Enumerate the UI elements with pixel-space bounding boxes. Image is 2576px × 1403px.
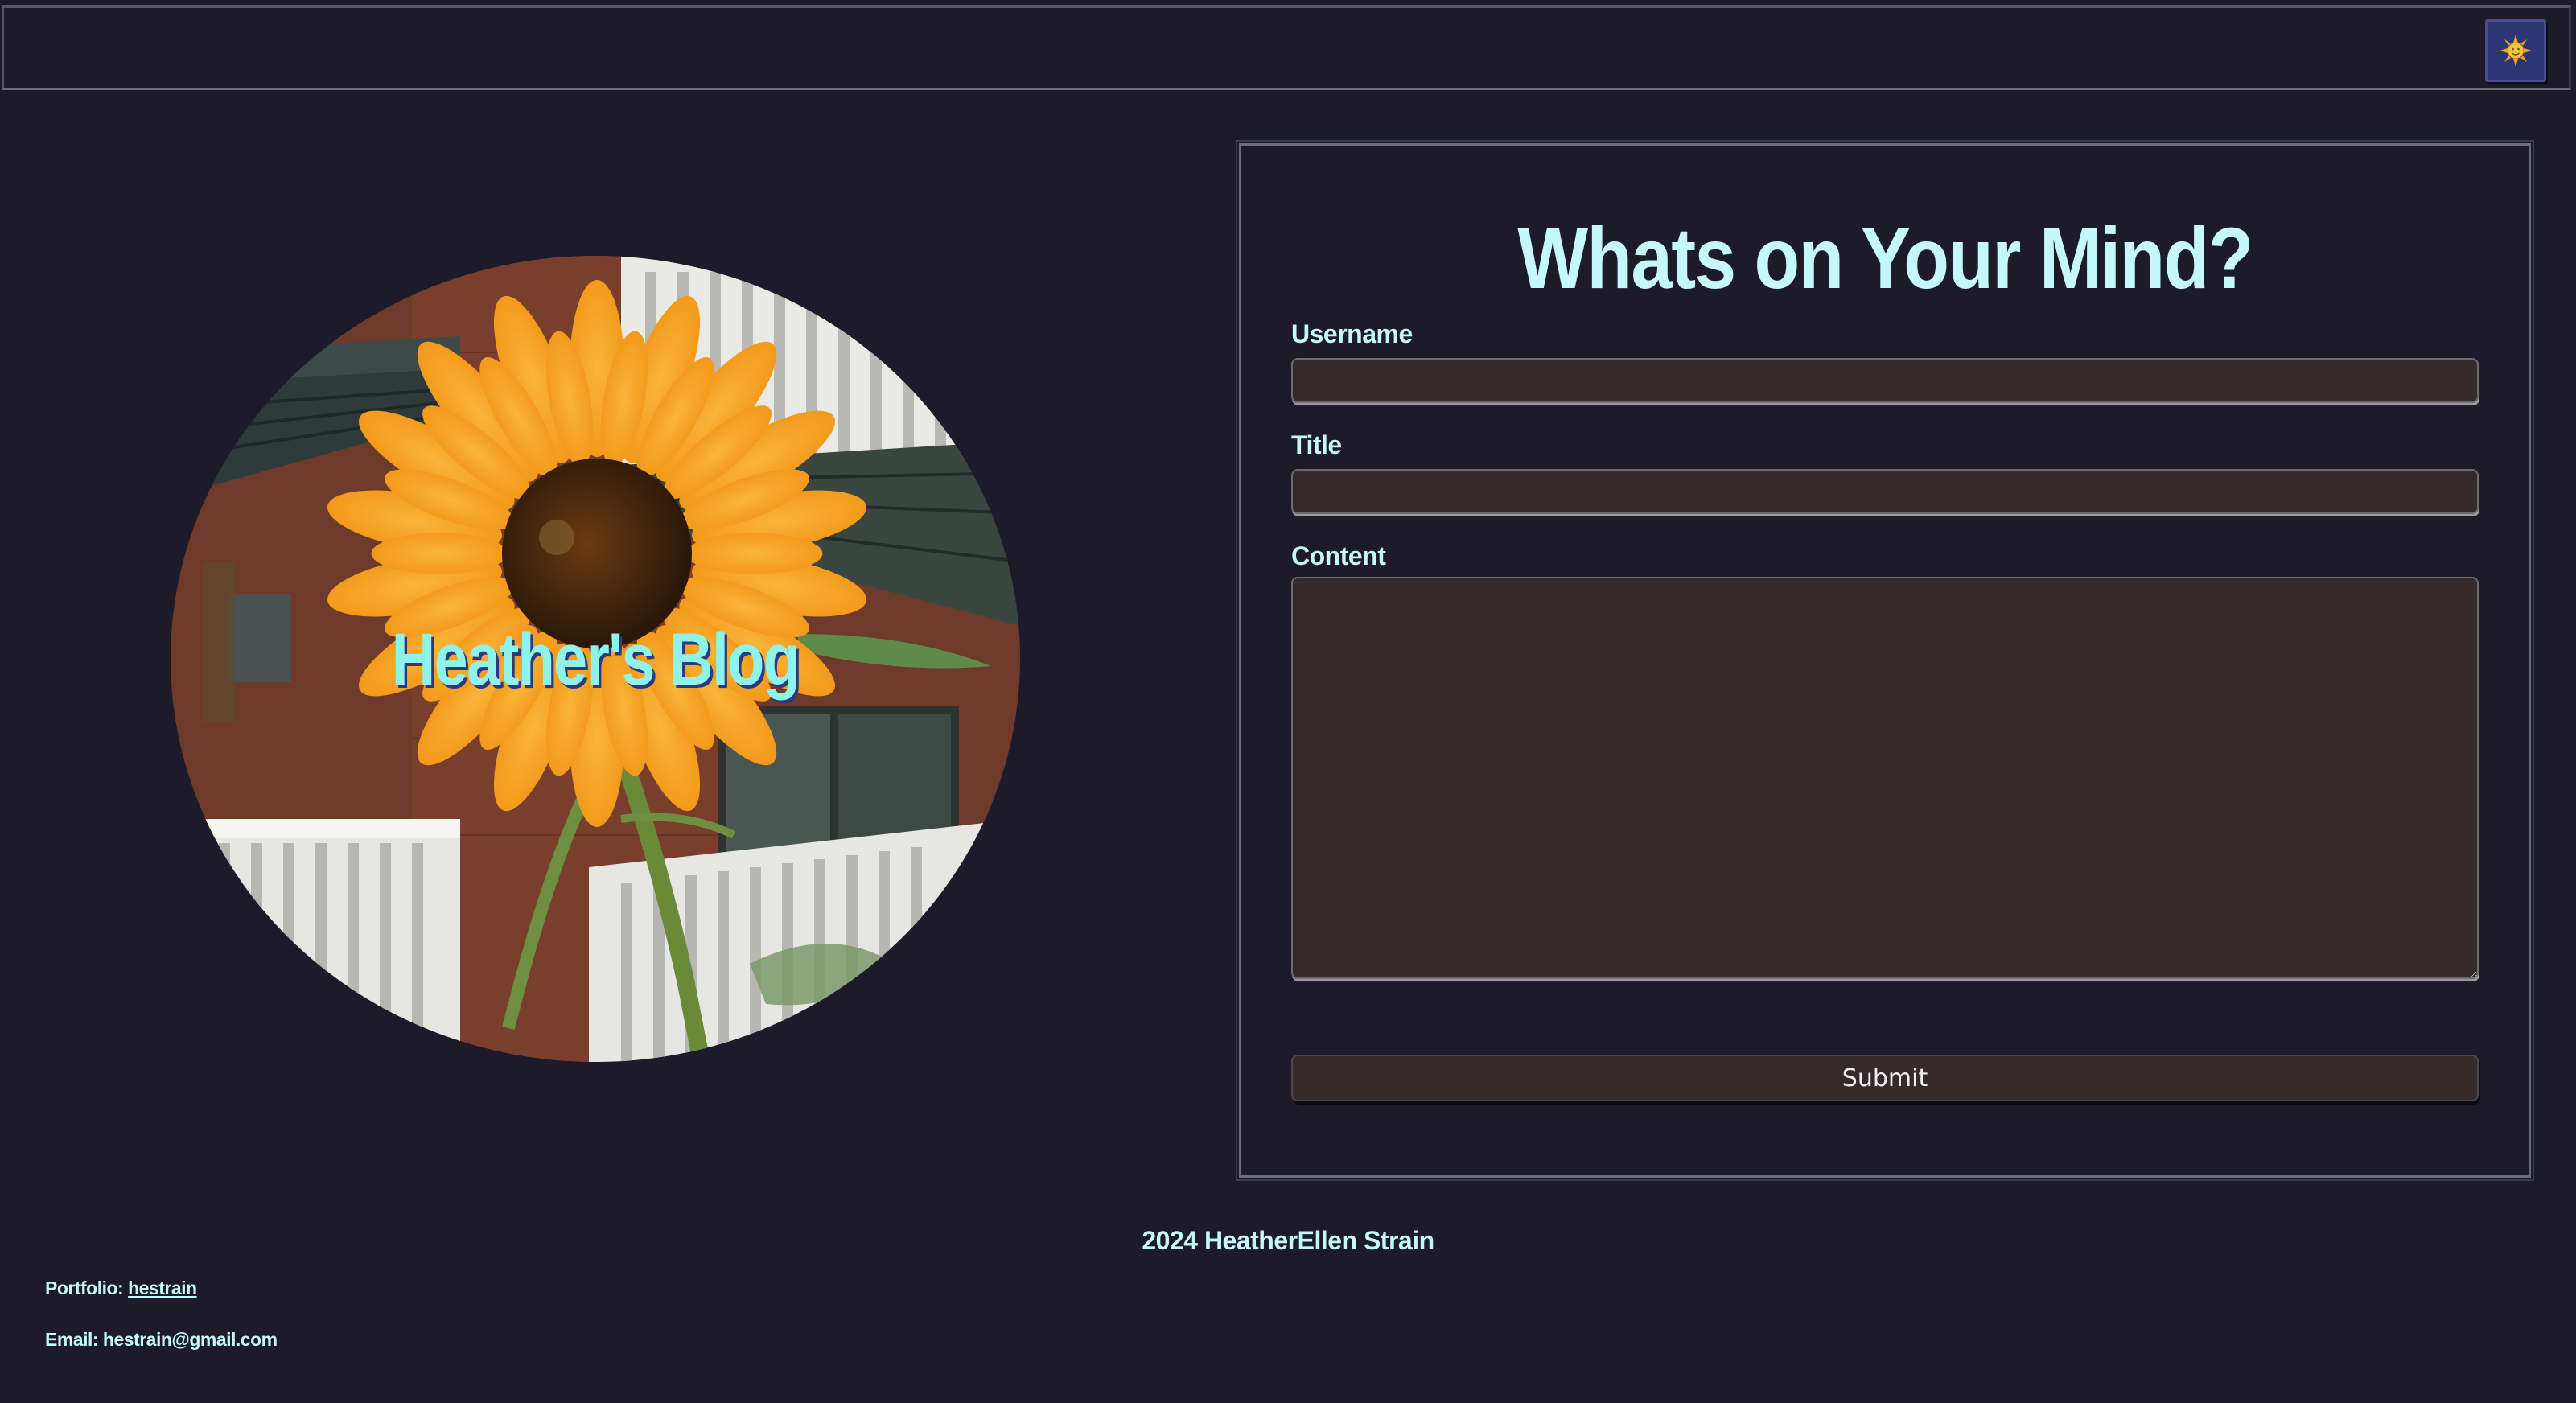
username-input[interactable]	[1291, 358, 2479, 403]
top-nav-bar	[2, 5, 2571, 90]
username-label: Username	[1291, 319, 1413, 348]
blog-title: Heather's Blog	[391, 619, 800, 701]
portfolio-link[interactable]: hestrain	[128, 1278, 197, 1298]
page-root: Heather's Blog Whats on Your Mind? Usern…	[0, 0, 2576, 1403]
form-heading: Whats on Your Mind?	[1517, 209, 2253, 307]
sun-icon	[2500, 35, 2532, 67]
content-textarea[interactable]	[1291, 577, 2479, 979]
submit-button[interactable]: Submit	[1291, 1055, 2479, 1101]
content-label: Content	[1291, 541, 1386, 570]
footer-email: Email: hestrain@gmail.com	[45, 1329, 278, 1350]
title-label: Title	[1291, 430, 1342, 459]
portfolio-label: Portfolio:	[45, 1278, 129, 1298]
footer-copyright: 2024 HeatherEllen Strain	[1142, 1226, 1434, 1255]
theme-toggle-button[interactable]	[2485, 19, 2546, 82]
footer-portfolio: Portfolio: hestrain	[45, 1278, 197, 1299]
post-form: Whats on Your Mind? Username Title Conte…	[1236, 140, 2534, 1181]
title-input[interactable]	[1291, 469, 2479, 514]
